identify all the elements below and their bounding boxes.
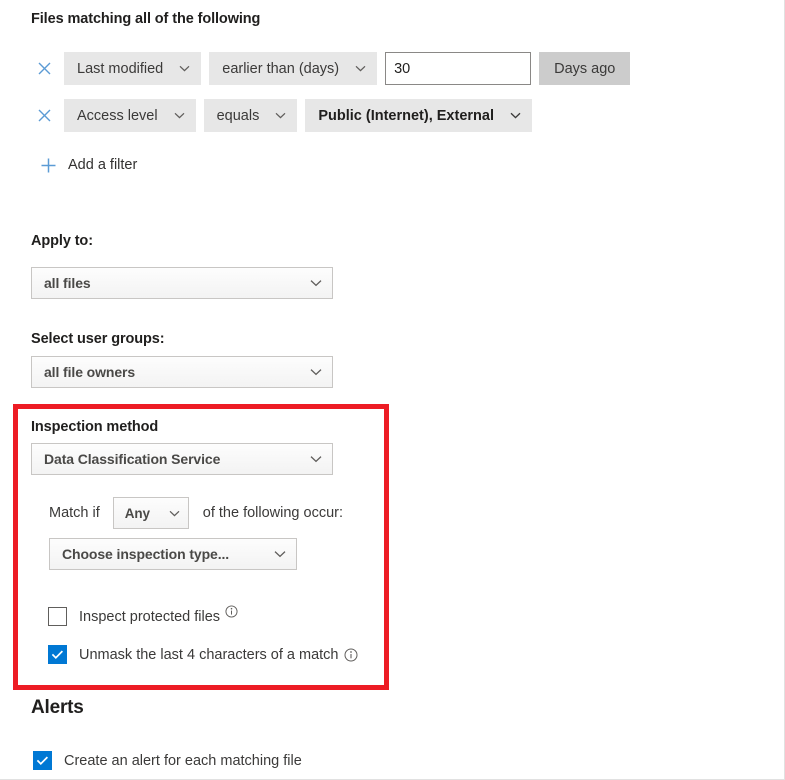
chevron-down-icon bbox=[174, 112, 185, 119]
filter-operator-label: equals bbox=[217, 108, 260, 124]
match-if-suffix-label: of the following occur: bbox=[203, 505, 343, 521]
unmask-characters-label: Unmask the last 4 characters of a match bbox=[79, 647, 358, 663]
days-ago-button[interactable]: Days ago bbox=[539, 52, 630, 85]
inspection-type-value: Choose inspection type... bbox=[62, 546, 229, 562]
add-filter-label: Add a filter bbox=[68, 157, 137, 173]
days-value-input[interactable] bbox=[385, 52, 531, 85]
apply-to-dropdown[interactable]: all files bbox=[31, 267, 333, 299]
create-alert-text: Create an alert for each matching file bbox=[64, 753, 302, 769]
user-groups-value: all file owners bbox=[44, 364, 135, 380]
chevron-down-icon bbox=[355, 65, 366, 72]
user-groups-dropdown[interactable]: all file owners bbox=[31, 356, 333, 388]
info-icon[interactable] bbox=[225, 605, 238, 618]
filter-field-dropdown[interactable]: Last modified bbox=[64, 52, 201, 85]
chevron-down-icon bbox=[310, 368, 322, 376]
chevron-down-icon bbox=[274, 550, 286, 558]
inspect-protected-files-checkbox-row[interactable]: Inspect protected files bbox=[48, 607, 238, 626]
filter-value-label: Public (Internet), External bbox=[318, 108, 494, 124]
chevron-down-icon bbox=[310, 455, 322, 463]
filter-field-dropdown[interactable]: Access level bbox=[64, 99, 196, 132]
filter-row: Last modified earlier than (days) Days a… bbox=[31, 52, 630, 85]
add-filter-button[interactable]: Add a filter bbox=[38, 155, 137, 175]
match-if-value: Any bbox=[125, 506, 150, 521]
close-icon[interactable] bbox=[31, 100, 57, 132]
filter-operator-dropdown[interactable]: equals bbox=[204, 99, 298, 132]
inspect-protected-files-text: Inspect protected files bbox=[79, 609, 220, 625]
create-alert-checkbox[interactable] bbox=[33, 751, 52, 770]
inspection-type-dropdown[interactable]: Choose inspection type... bbox=[49, 538, 297, 570]
inspect-protected-files-label: Inspect protected files bbox=[79, 609, 238, 625]
info-icon[interactable] bbox=[344, 648, 358, 662]
chevron-down-icon bbox=[275, 112, 286, 119]
filter-field-label: Last modified bbox=[77, 61, 163, 77]
alerts-heading: Alerts bbox=[31, 697, 84, 719]
apply-to-label: Apply to: bbox=[31, 233, 93, 249]
unmask-characters-text: Unmask the last 4 characters of a match bbox=[79, 647, 339, 663]
filter-value-dropdown[interactable]: Public (Internet), External bbox=[305, 99, 532, 132]
chevron-down-icon bbox=[310, 279, 322, 287]
close-icon[interactable] bbox=[31, 53, 57, 85]
chevron-down-icon bbox=[510, 112, 521, 119]
plus-icon bbox=[38, 155, 58, 175]
match-if-dropdown[interactable]: Any bbox=[113, 497, 189, 529]
policy-settings-panel: Files matching all of the following Last… bbox=[0, 0, 785, 780]
filter-operator-label: earlier than (days) bbox=[222, 61, 339, 77]
filter-operator-dropdown[interactable]: earlier than (days) bbox=[209, 52, 377, 85]
unmask-characters-checkbox[interactable] bbox=[48, 645, 67, 664]
create-alert-checkbox-row[interactable]: Create an alert for each matching file bbox=[33, 751, 302, 770]
create-alert-label: Create an alert for each matching file bbox=[64, 753, 302, 769]
inspection-method-dropdown[interactable]: Data Classification Service bbox=[31, 443, 333, 475]
inspection-method-value: Data Classification Service bbox=[44, 451, 220, 467]
match-if-prefix-label: Match if bbox=[49, 505, 100, 521]
apply-to-value: all files bbox=[44, 275, 91, 291]
filter-field-label: Access level bbox=[77, 108, 158, 124]
unmask-characters-checkbox-row[interactable]: Unmask the last 4 characters of a match bbox=[48, 645, 358, 664]
chevron-down-icon bbox=[169, 510, 180, 517]
inspection-method-label: Inspection method bbox=[31, 419, 158, 435]
filter-row: Access level equals Public (Internet), E… bbox=[31, 99, 540, 132]
match-if-row: Match if Any of the following occur: bbox=[49, 497, 343, 529]
filters-heading: Files matching all of the following bbox=[31, 11, 260, 27]
user-groups-label: Select user groups: bbox=[31, 331, 164, 347]
chevron-down-icon bbox=[179, 65, 190, 72]
inspect-protected-files-checkbox[interactable] bbox=[48, 607, 67, 626]
